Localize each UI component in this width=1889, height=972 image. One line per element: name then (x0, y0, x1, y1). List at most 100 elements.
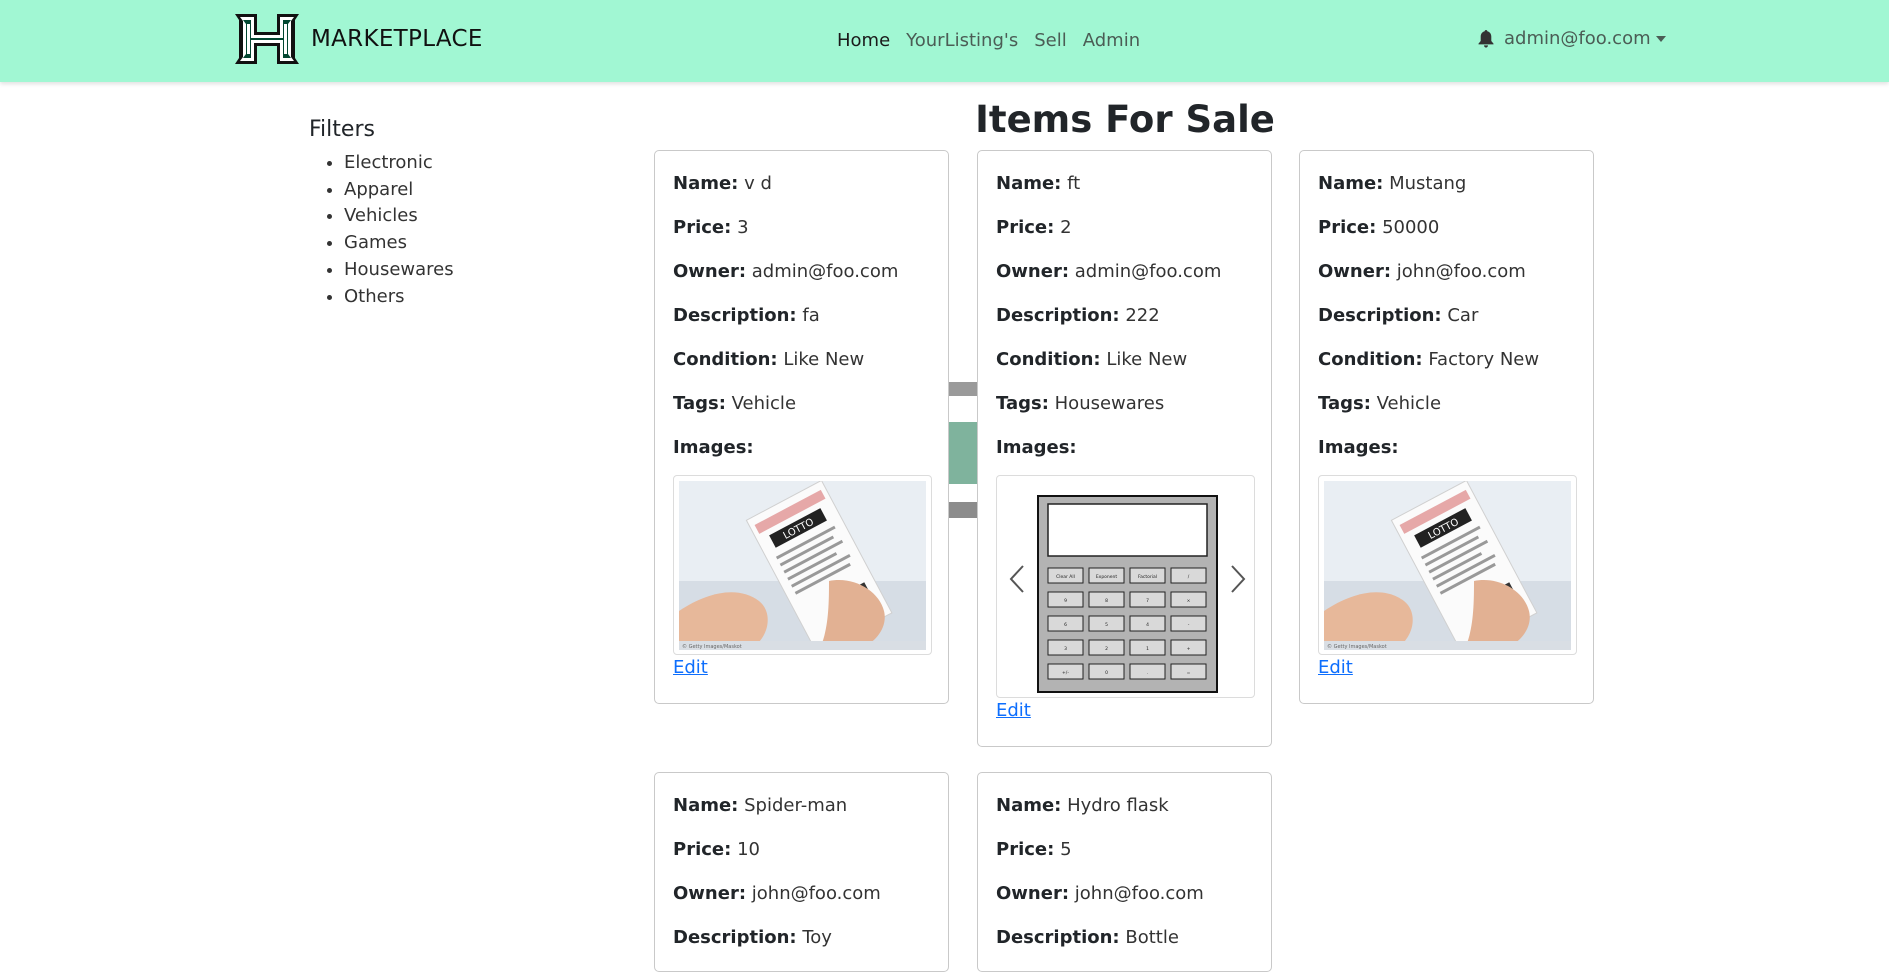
item-condition: Factory New (1428, 349, 1540, 370)
nav-home[interactable]: Home (837, 30, 890, 51)
calculator-key-label: × (1187, 598, 1191, 604)
brand-name: MARKETPLACE (311, 26, 483, 52)
item-description: 222 (1125, 305, 1160, 326)
item-owner: admin@foo.com (751, 261, 899, 282)
item-owner-field: Owner: john@foo.com (1318, 261, 1526, 282)
item-description-field: Description: Toy (673, 927, 832, 948)
item-owner: john@foo.com (1074, 883, 1204, 904)
main-nav: Home YourListing's Sell Admin (837, 30, 1156, 51)
item-image-frame: LOTTO © Getty Images/Maskot (673, 475, 932, 655)
filter-apparel[interactable]: Apparel (344, 177, 454, 204)
item-price-field: Price: 3 (673, 217, 749, 238)
item-images-label: Images: (1318, 437, 1399, 458)
item-condition: Like New (1106, 349, 1188, 370)
calculator-key-label: 2 (1105, 646, 1108, 652)
item-tags: Vehicle (1376, 393, 1442, 414)
filter-games[interactable]: Games (344, 230, 454, 257)
item-name: ft (1067, 173, 1081, 194)
calculator-key-label: 3 (1064, 646, 1067, 652)
item-price-field: Price: 2 (996, 217, 1072, 238)
filter-vehicles[interactable]: Vehicles (344, 203, 454, 230)
user-email: admin@foo.com (1504, 28, 1651, 49)
item-name-field: Name: ft (996, 173, 1081, 194)
calculator-key-label: 0 (1105, 670, 1108, 676)
svg-text:© Getty Images/Maskot: © Getty Images/Maskot (1327, 643, 1387, 650)
item-owner: admin@foo.com (1074, 261, 1222, 282)
item-description-field: Description: Car (1318, 305, 1479, 326)
item-tags-field: Tags: Housewares (996, 393, 1165, 414)
page-title-wrap: Items For Sale (330, 98, 1889, 141)
edit-link[interactable]: Edit (673, 657, 708, 678)
chevron-left-icon[interactable] (1005, 564, 1031, 594)
item-tags-field: Tags: Vehicle (1318, 393, 1442, 414)
item-name: v d (744, 173, 772, 194)
item-name-field: Name: Mustang (1318, 173, 1467, 194)
calculator-key-label: 1 (1146, 646, 1149, 652)
chevron-down-icon (1655, 35, 1666, 42)
item-name-field: Name: v d (673, 173, 772, 194)
item-description-field: Description: Bottle (996, 927, 1179, 948)
nav-your-listings[interactable]: YourListing's (906, 30, 1018, 51)
item-owner-field: Owner: john@foo.com (673, 883, 881, 904)
item-price: 3 (737, 217, 749, 238)
filters-panel: Filters Electronic Apparel Vehicles Game… (309, 117, 454, 310)
item-description: Toy (802, 927, 832, 948)
edit-link[interactable]: Edit (996, 700, 1031, 721)
item-description: Bottle (1125, 927, 1179, 948)
item-card: Name: Spider-man Price: 10 Owner: john@f… (654, 772, 949, 972)
item-condition-field: Condition: Like New (673, 349, 865, 370)
item-condition-field: Condition: Like New (996, 349, 1188, 370)
item-owner-field: Owner: admin@foo.com (996, 261, 1222, 282)
item-description-field: Description: fa (673, 305, 820, 326)
item-condition-field: Condition: Factory New (1318, 349, 1540, 370)
user-dropdown[interactable]: admin@foo.com (1478, 28, 1666, 49)
item-price-field: Price: 5 (996, 839, 1072, 860)
item-name-field: Name: Hydro flask (996, 795, 1169, 816)
nav-admin[interactable]: Admin (1083, 30, 1140, 51)
calculator-key-label: Exponent (1096, 574, 1118, 580)
item-description: fa (802, 305, 820, 326)
chevron-right-icon[interactable] (1224, 564, 1250, 594)
item-name: Mustang (1389, 173, 1467, 194)
item-images-label: Images: (673, 437, 754, 458)
filter-housewares[interactable]: Housewares (344, 257, 454, 284)
item-condition: Like New (783, 349, 865, 370)
calculator-key-label: = (1187, 671, 1191, 676)
image-carousel[interactable]: Clear All Exponent Factorial/9 8 7 × 6 5 4-3 2 1 + +… (996, 475, 1255, 698)
item-description-field: Description: 222 (996, 305, 1160, 326)
item-images-label: Images: (996, 437, 1077, 458)
item-owner: john@foo.com (751, 883, 881, 904)
item-tags-field: Tags: Vehicle (673, 393, 797, 414)
item-card: Name: v d Price: 3 Owner: admin@foo.com … (654, 150, 949, 704)
item-image-frame: LOTTO © Getty Images/Maskot (1318, 475, 1577, 655)
item-name: Spider-man (744, 795, 848, 816)
calculator-key-label: 5 (1105, 622, 1108, 628)
filter-others[interactable]: Others (344, 284, 454, 311)
item-owner-field: Owner: john@foo.com (996, 883, 1204, 904)
edit-link[interactable]: Edit (1318, 657, 1353, 678)
item-price-field: Price: 50000 (1318, 217, 1440, 238)
calculator-key-label: 6 (1064, 622, 1067, 628)
item-owner: john@foo.com (1396, 261, 1526, 282)
item-owner-field: Owner: admin@foo.com (673, 261, 899, 282)
logo-icon (235, 14, 299, 64)
calculator-key-label: 4 (1146, 622, 1149, 628)
calculator-key-label: Clear All (1056, 574, 1075, 580)
calculator-image: Clear All Exponent Factorial/9 8 7 ×6 5 4 -3 2 1 ++… (1037, 495, 1218, 693)
item-card: Name: ft Price: 2 Owner: admin@foo.com D… (977, 150, 1272, 747)
item-price-field: Price: 10 (673, 839, 760, 860)
brand[interactable]: MARKETPLACE (233, 12, 483, 66)
calculator-key-label: Factorial (1138, 574, 1157, 580)
item-price: 10 (737, 839, 760, 860)
item-card: Name: Mustang Price: 50000 Owner: john@f… (1299, 150, 1594, 704)
calculator-key-label: 8 (1105, 598, 1108, 604)
lottery-ticket-photo: LOTTO © Getty Images/Maskot (679, 481, 926, 650)
nav-sell[interactable]: Sell (1034, 30, 1067, 51)
filters-list: Electronic Apparel Vehicles Games Housew… (309, 150, 454, 310)
item-tags: Housewares (1054, 393, 1165, 414)
item-name-field: Name: Spider-man (673, 795, 848, 816)
svg-text:© Getty Images/Maskot: © Getty Images/Maskot (682, 643, 742, 650)
filter-electronic[interactable]: Electronic (344, 150, 454, 177)
top-navbar: MARKETPLACE Home YourListing's Sell Admi… (0, 0, 1889, 82)
item-price: 50000 (1382, 217, 1440, 238)
